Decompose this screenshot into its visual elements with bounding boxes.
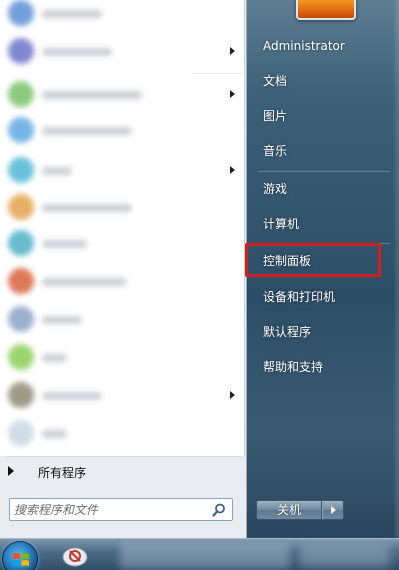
start-menu-left-panel: 所有程序 (0, 0, 247, 538)
shutdown-button[interactable]: 关机 (256, 500, 322, 520)
menu-item-label: 默认程序 (263, 325, 312, 339)
program-item-blurred[interactable] (0, 0, 245, 32)
separator (192, 73, 242, 74)
user-folder-administrator[interactable]: Administrator (257, 31, 391, 61)
user-picture[interactable] (296, 0, 356, 20)
all-programs-label: 所有程序 (38, 466, 87, 480)
menu-item-default-programs[interactable]: 默认程序 (257, 317, 391, 347)
program-item-blurred[interactable] (0, 34, 245, 70)
taskbar-blurred-item[interactable] (120, 543, 290, 569)
shutdown-options-button[interactable] (322, 500, 344, 520)
windows-orb-icon (13, 553, 29, 567)
menu-item-pictures[interactable]: 图片 (257, 101, 391, 131)
menu-item-label: 游戏 (263, 182, 288, 196)
recent-programs-list (0, 0, 245, 456)
menu-item-games[interactable]: 游戏 (257, 174, 391, 204)
taskbar-blurred-item (300, 545, 390, 567)
menu-item-music[interactable]: 音乐 (257, 136, 391, 166)
separator (6, 456, 242, 457)
chevron-right-icon (331, 506, 336, 514)
submenu-arrow-icon (230, 90, 235, 98)
program-item-blurred[interactable] (0, 153, 245, 189)
program-item-blurred[interactable] (0, 340, 245, 376)
taskbar (0, 538, 399, 570)
menu-item-label: 设备和打印机 (263, 290, 336, 304)
separator (258, 171, 390, 172)
user-name-label: Administrator (263, 39, 345, 53)
program-item-blurred[interactable] (0, 416, 245, 452)
all-programs-button[interactable]: 所有程序 (6, 460, 242, 484)
highlight-annotation-box (245, 243, 381, 277)
submenu-arrow-icon (230, 47, 235, 55)
search-input[interactable] (14, 501, 204, 518)
submenu-arrow-icon (230, 391, 235, 399)
program-item-blurred[interactable] (0, 77, 245, 113)
program-item-blurred[interactable] (0, 190, 245, 226)
network-app-icon[interactable] (60, 545, 90, 569)
menu-item-documents[interactable]: 文档 (257, 66, 391, 96)
program-item-blurred[interactable] (0, 302, 245, 338)
submenu-arrow-icon (230, 166, 235, 174)
menu-item-computer[interactable]: 计算机 (257, 209, 391, 239)
start-button[interactable] (2, 541, 38, 570)
program-item-blurred[interactable] (0, 226, 245, 262)
menu-item-label: 图片 (263, 109, 288, 123)
menu-item-label: 计算机 (263, 217, 300, 231)
menu-item-help-support[interactable]: 帮助和支持 (257, 352, 391, 382)
search-icon[interactable] (212, 503, 226, 517)
menu-item-devices-printers[interactable]: 设备和打印机 (257, 282, 391, 312)
expand-arrow-icon (8, 466, 14, 476)
search-box[interactable] (9, 498, 233, 521)
program-item-blurred[interactable] (0, 113, 245, 149)
program-item-blurred[interactable] (0, 264, 245, 300)
menu-item-label: 文档 (263, 74, 288, 88)
menu-item-label: 帮助和支持 (263, 360, 324, 374)
shutdown-label: 关机 (276, 503, 301, 517)
menu-item-label: 音乐 (263, 144, 288, 158)
program-item-blurred[interactable] (0, 378, 245, 414)
